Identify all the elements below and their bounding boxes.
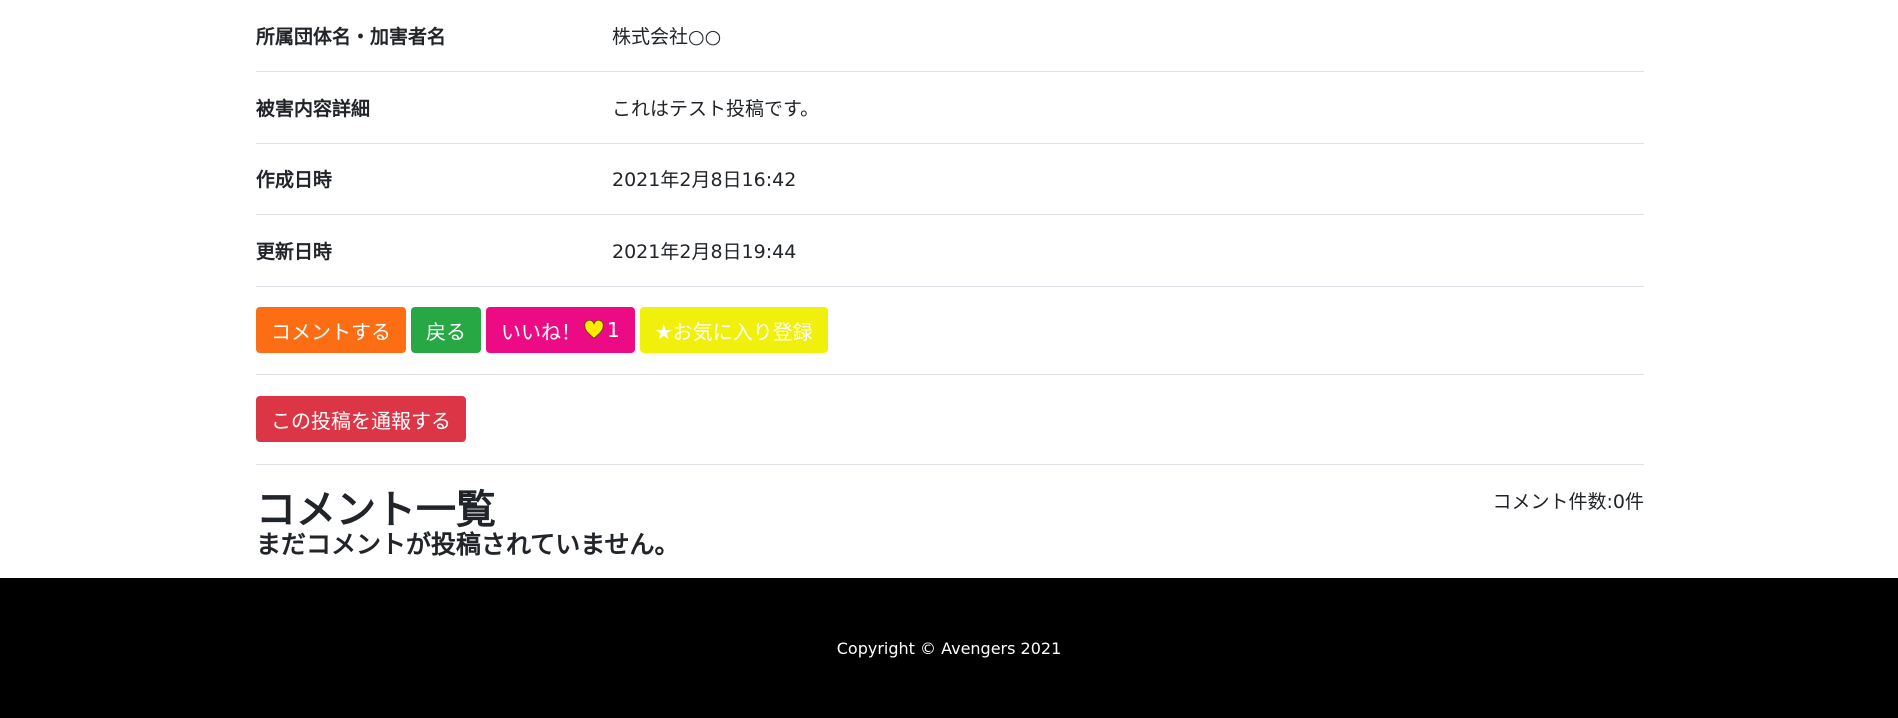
comments-header: コメント一覧 コメント件数:0件 (256, 465, 1645, 533)
favorite-button[interactable]: ★お気に入り登録 (639, 307, 828, 353)
comments-title: コメント一覧 (256, 486, 496, 533)
report-section: この投稿を通報する (256, 375, 1644, 465)
comment-count: コメント件数:0件 (1492, 490, 1645, 513)
row-label: 更新日時 (256, 240, 333, 263)
row-value: 株式会社○○ (612, 26, 722, 48)
row-label: 被害内容詳細 (256, 97, 371, 120)
row-value: 2021年2月8日19:44 (612, 240, 797, 263)
like-button[interactable]: いいね！ 1 (486, 307, 635, 353)
back-button[interactable]: 戻る (411, 307, 481, 353)
post-detail-table: 所属団体名・加害者名 株式会社○○ 被害内容詳細 これはテスト投稿です。 作成日… (256, 0, 1644, 287)
row-label: 作成日時 (256, 169, 333, 192)
action-buttons: コメントする 戻る いいね！ 1 ★お気に入り登録 (256, 287, 1644, 375)
detail-row-content: 被害内容詳細 これはテスト投稿です。 (256, 72, 1644, 143)
comment-button[interactable]: コメントする (256, 307, 406, 353)
footer: Copyright © Avengers 2021 (0, 578, 1898, 718)
row-value: 2021年2月8日16:42 (612, 169, 797, 192)
like-label: いいね！ (501, 319, 581, 344)
post-detail-container: 所属団体名・加害者名 株式会社○○ 被害内容詳細 これはテスト投稿です。 作成日… (256, 0, 1644, 561)
like-count: 1 (607, 318, 620, 342)
detail-row-updated: 更新日時 2021年2月8日19:44 (256, 215, 1644, 286)
row-value: これはテスト投稿です。 (612, 97, 820, 120)
detail-row-created: 作成日時 2021年2月8日16:42 (256, 143, 1644, 215)
row-label: 所属団体名・加害者名 (256, 26, 447, 48)
heart-icon (584, 319, 604, 339)
detail-row-organization: 所属団体名・加害者名 株式会社○○ (256, 0, 1644, 72)
copyright-text: Copyright © Avengers 2021 (836, 638, 1062, 658)
report-button[interactable]: この投稿を通報する (256, 396, 466, 442)
